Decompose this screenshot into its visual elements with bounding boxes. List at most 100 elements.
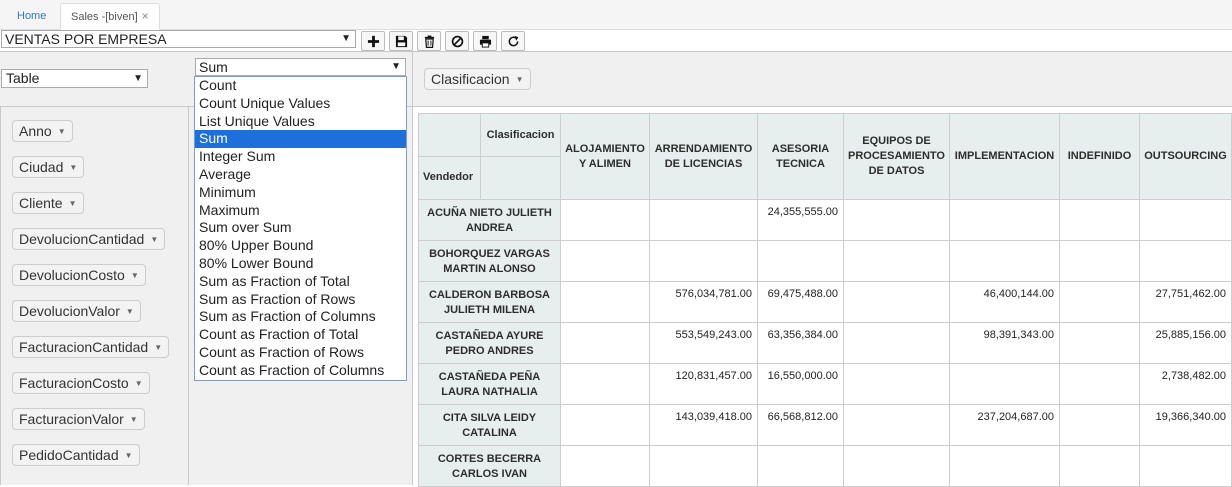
print-button[interactable] [473, 31, 497, 51]
column-header[interactable]: IMPLEMENTACION [949, 113, 1060, 200]
table-cell[interactable] [949, 240, 1060, 282]
attribute-pill[interactable]: FacturacionCantidad ▼ [12, 336, 170, 358]
row-header[interactable]: CORTES BECERRA CARLOS IVAN [418, 445, 561, 487]
attribute-pill[interactable]: Anno ▼ [12, 120, 73, 142]
table-cell[interactable]: 66,568,812.00 [757, 404, 844, 446]
attribute-pill[interactable]: DevolucionValor ▼ [12, 300, 141, 322]
aggregator-option[interactable]: Minimum [195, 184, 406, 202]
table-cell[interactable]: 25,885,156.00 [1139, 322, 1232, 364]
table-cell[interactable] [649, 445, 758, 487]
add-button[interactable] [361, 31, 385, 51]
table-cell[interactable] [1059, 404, 1140, 446]
triangle-down-icon[interactable]: ▼ [154, 343, 162, 352]
aggregator-option[interactable]: Count as Fraction of Rows [195, 344, 406, 362]
attribute-pill[interactable]: Cliente ▼ [12, 192, 84, 214]
table-cell[interactable] [949, 363, 1060, 405]
attribute-pill[interactable]: DevolucionCantidad ▼ [12, 228, 166, 250]
table-cell[interactable] [757, 240, 844, 282]
table-cell[interactable]: 2,738,482.00 [1139, 363, 1232, 405]
table-cell[interactable] [560, 281, 650, 323]
table-cell[interactable]: 63,356,384.00 [757, 322, 844, 364]
table-cell[interactable] [1059, 445, 1140, 487]
aggregator-option[interactable]: Count [195, 77, 406, 95]
triangle-down-icon[interactable]: ▼ [69, 199, 77, 208]
triangle-down-icon[interactable]: ▼ [58, 127, 66, 136]
attribute-pill[interactable]: Ciudad ▼ [12, 156, 85, 178]
aggregator-option[interactable]: Maximum [195, 202, 406, 220]
triangle-down-icon[interactable]: ▼ [126, 307, 134, 316]
table-cell[interactable] [949, 445, 1060, 487]
triangle-down-icon[interactable]: ▼ [131, 271, 139, 280]
table-cell[interactable] [843, 322, 950, 364]
table-cell[interactable] [560, 240, 650, 282]
aggregator-option[interactable]: 80% Upper Bound [195, 237, 406, 255]
save-button[interactable] [389, 31, 413, 51]
aggregator-option[interactable]: Count as Fraction of Columns [195, 362, 406, 380]
table-cell[interactable] [1059, 363, 1140, 405]
table-cell[interactable]: 576,034,781.00 [649, 281, 758, 323]
table-cell[interactable]: 19,366,340.00 [1139, 404, 1232, 446]
table-cell[interactable] [560, 445, 650, 487]
triangle-down-icon[interactable]: ▼ [69, 163, 77, 172]
report-select[interactable]: VENTAS POR EMPRESA ▼ [1, 30, 356, 48]
table-cell[interactable] [843, 445, 950, 487]
column-header[interactable]: ASESORIA TECNICA [757, 113, 844, 200]
close-icon[interactable]: × [142, 9, 149, 23]
table-cell[interactable] [843, 363, 950, 405]
cancel-button[interactable] [445, 31, 469, 51]
table-cell[interactable] [843, 240, 950, 282]
row-header[interactable]: CITA SILVA LEIDY CATALINA [418, 404, 561, 446]
table-cell[interactable] [1059, 281, 1140, 323]
row-header[interactable]: CALDERON BARBOSA JULIETH MILENA [418, 281, 561, 323]
table-cell[interactable] [757, 445, 844, 487]
triangle-down-icon[interactable]: ▼ [130, 415, 138, 424]
attribute-pill[interactable]: PedidoCantidad ▼ [12, 444, 140, 466]
table-cell[interactable] [1059, 240, 1140, 282]
table-cell[interactable]: 46,400,144.00 [949, 281, 1060, 323]
column-header[interactable]: ALOJAMIENTO Y ALIMEN [560, 113, 650, 200]
aggregator-option[interactable]: Integer Sum [195, 148, 406, 166]
aggregator-option[interactable]: Sum over Sum [195, 219, 406, 237]
aggregator-dropdown-list[interactable]: Count Count Unique Values List Unique Valu… [194, 76, 407, 381]
column-header[interactable]: INDEFINIDO [1059, 113, 1140, 200]
triangle-down-icon[interactable]: ▼ [125, 451, 133, 460]
table-cell[interactable] [560, 363, 650, 405]
table-cell[interactable] [1139, 199, 1232, 241]
attribute-pill[interactable]: FacturacionValor ▼ [12, 408, 145, 430]
table-cell[interactable] [949, 199, 1060, 241]
table-cell[interactable] [560, 322, 650, 364]
delete-button[interactable] [417, 31, 441, 51]
renderer-select[interactable]: Table ▼ [1, 69, 148, 88]
table-cell[interactable] [1059, 322, 1140, 364]
aggregator-option[interactable]: Sum as Fraction of Total [195, 273, 406, 291]
refresh-button[interactable] [501, 31, 525, 51]
aggregator-option[interactable]: Sum [195, 130, 406, 149]
table-cell[interactable]: 27,751,462.00 [1139, 281, 1232, 323]
table-cell[interactable]: 143,039,418.00 [649, 404, 758, 446]
table-cell[interactable] [843, 199, 950, 241]
aggregator-option[interactable]: Sum as Fraction of Columns [195, 308, 406, 326]
table-cell[interactable] [1059, 199, 1140, 241]
table-cell[interactable]: 553,549,243.00 [649, 322, 758, 364]
aggregator-select[interactable]: Sum ▼ [195, 58, 406, 76]
table-cell[interactable] [649, 199, 758, 241]
table-cell[interactable] [843, 404, 950, 446]
table-cell[interactable]: 120,831,457.00 [649, 363, 758, 405]
table-cell[interactable] [649, 240, 758, 282]
table-cell[interactable]: 98,391,343.00 [949, 322, 1060, 364]
row-header[interactable]: CASTAÑEDA AYURE PEDRO ANDRES [418, 322, 561, 364]
row-header[interactable]: ACUÑA NIETO JULIETH ANDREA [418, 199, 561, 241]
aggregator-option[interactable]: Count as Fraction of Total [195, 326, 406, 344]
column-header[interactable]: OUTSOURCING [1139, 113, 1232, 200]
triangle-down-icon[interactable]: ▼ [135, 379, 143, 388]
table-cell[interactable] [560, 404, 650, 446]
table-cell[interactable]: 237,204,687.00 [949, 404, 1060, 446]
triangle-down-icon[interactable]: ▼ [150, 235, 158, 244]
triangle-down-icon[interactable]: ▼ [516, 75, 524, 84]
column-header[interactable]: ARRENDAMIENTO DE LICENCIAS [649, 113, 758, 200]
aggregator-option[interactable]: Sum as Fraction of Rows [195, 291, 406, 309]
aggregator-option[interactable]: 80% Lower Bound [195, 255, 406, 273]
column-attribute-pill[interactable]: Clasificacion ▼ [424, 68, 531, 90]
table-cell[interactable]: 24,355,555.00 [757, 199, 844, 241]
tab-home[interactable]: Home [6, 3, 57, 30]
